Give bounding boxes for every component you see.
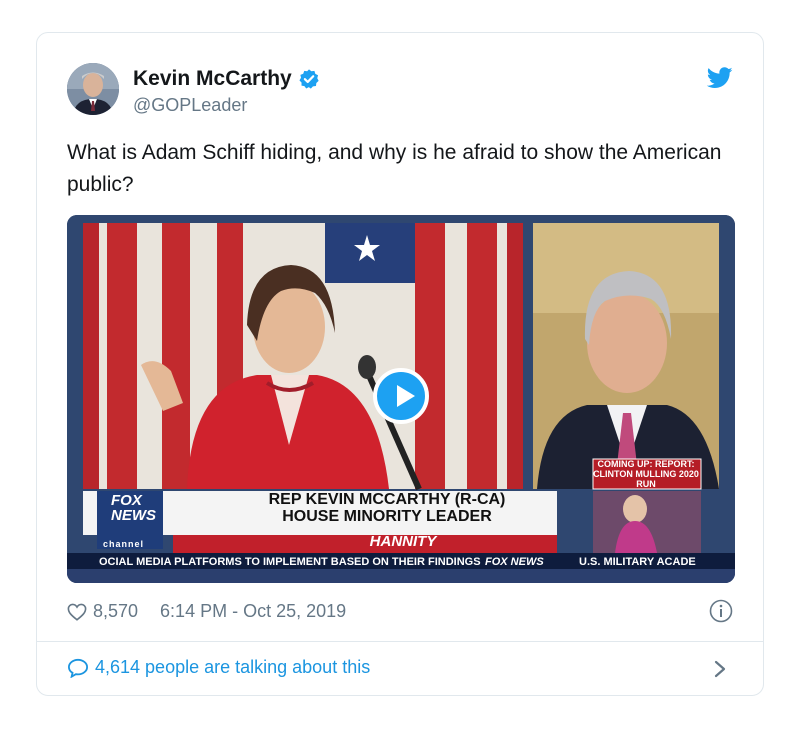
lower-third-line-1: REP KEVIN MCCARTHY (R-CA) <box>268 491 506 508</box>
left-panel <box>83 223 523 491</box>
video-player[interactable]: FOX NEWS channel REP KEVIN MCCARTHY (R-C… <box>67 215 735 583</box>
tweet-text: What is Adam Schiff hiding, and why is h… <box>67 141 722 196</box>
news-ticker-next: U.S. MILITARY ACADE <box>579 556 696 568</box>
lower-third-text: REP KEVIN MCCARTHY (R-CA) HOUSE MINORITY… <box>219 491 555 525</box>
like-count[interactable]: 8,570 <box>93 601 138 622</box>
show-name: HANNITY <box>369 533 437 550</box>
avatar-image <box>67 63 119 115</box>
verified-badge-icon <box>299 69 319 89</box>
lower-third-line-2: HOUSE MINORITY LEADER <box>282 508 492 525</box>
tweet-card[interactable]: Kevin McCarthy @GOPLeader What is Adam S… <box>36 32 764 696</box>
tweet-timestamp[interactable]: 6:14 PM - Oct 25, 2019 <box>160 601 346 622</box>
logo-line-1: FOX <box>111 492 142 509</box>
coming-up-box: COMING UP: REPORT: CLINTON MULLING 2020 … <box>593 459 699 489</box>
author-name[interactable]: Kevin McCarthy <box>133 67 292 91</box>
coming-up-line-1: COMING UP: REPORT: <box>597 459 695 469</box>
coming-up-line-2: CLINTON MULLING 2020 RUN <box>593 469 699 489</box>
conversation-label[interactable]: 4,614 people are talking about this <box>95 657 370 678</box>
news-ticker-network: FOX NEWS <box>485 556 544 568</box>
meta-row: 8,570 6:14 PM - Oct 25, 2019 <box>67 601 346 622</box>
avatar[interactable] <box>67 63 119 115</box>
info-icon[interactable] <box>709 599 733 623</box>
heart-icon[interactable] <box>67 603 87 621</box>
divider <box>37 641 763 642</box>
conversation-link[interactable]: 4,614 people are talking about this <box>67 657 370 678</box>
news-ticker-text: OCIAL MEDIA PLATFORMS TO IMPLEMENT BASED… <box>99 556 481 568</box>
speech-bubble-icon <box>67 658 89 678</box>
twitter-bird-icon[interactable] <box>707 67 733 89</box>
logo-line-3: channel <box>103 539 145 549</box>
chevron-right-icon[interactable] <box>713 659 727 679</box>
author-handle[interactable]: @GOPLeader <box>133 95 247 116</box>
author-name-row[interactable]: Kevin McCarthy <box>133 67 320 91</box>
logo-line-2: NEWS <box>111 507 156 524</box>
logo-text: FOX NEWS <box>111 493 156 523</box>
play-icon[interactable] <box>373 368 429 424</box>
